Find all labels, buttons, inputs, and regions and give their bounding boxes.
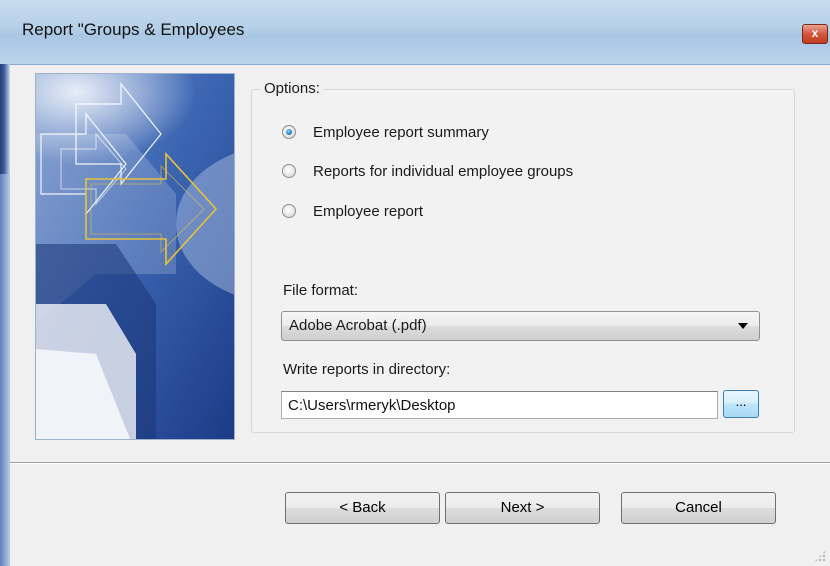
left-edge-accent xyxy=(0,174,10,566)
radio-label: Reports for individual employee groups xyxy=(313,162,574,180)
chevron-down-icon xyxy=(738,323,748,329)
banner-graphic xyxy=(36,74,234,439)
radio-label: Employee report summary xyxy=(313,123,489,141)
window-title: Report "Groups & Employees xyxy=(22,20,245,39)
close-button[interactable]: x xyxy=(802,24,828,44)
back-button[interactable]: < Back xyxy=(285,492,440,524)
title-bar[interactable]: Report "Groups & Employees x xyxy=(0,0,830,65)
cancel-button-label: Cancel xyxy=(675,499,722,516)
file-format-label: File format: xyxy=(283,282,359,299)
wizard-banner-image xyxy=(35,73,235,440)
close-icon: x xyxy=(811,26,819,40)
radio-individual-group-reports[interactable]: Reports for individual employee groups xyxy=(282,160,573,182)
browse-directory-button[interactable]: ... xyxy=(723,390,759,418)
directory-label: Write reports in directory: xyxy=(283,361,451,378)
file-format-select[interactable]: Adobe Acrobat (.pdf) xyxy=(281,311,760,341)
next-button-label: Next > xyxy=(500,499,545,516)
dialog-window: Report "Groups & Employees x Options: Em… xyxy=(0,0,830,566)
radio-button[interactable] xyxy=(282,204,296,218)
footer-separator xyxy=(10,462,830,464)
radio-button[interactable] xyxy=(282,164,296,178)
radio-employee-report[interactable]: Employee report xyxy=(282,200,423,222)
resize-grip-icon[interactable] xyxy=(814,550,826,562)
back-button-label: < Back xyxy=(339,499,386,516)
left-window-edge xyxy=(0,64,10,566)
cancel-button[interactable]: Cancel xyxy=(621,492,776,524)
browse-ellipsis-icon: ... xyxy=(735,394,747,409)
options-legend: Options: xyxy=(261,80,323,97)
next-button[interactable]: Next > xyxy=(445,492,600,524)
radio-employee-report-summary[interactable]: Employee report summary xyxy=(282,121,489,143)
directory-input[interactable] xyxy=(281,391,718,419)
radio-label: Employee report xyxy=(313,202,424,220)
radio-button-selected[interactable] xyxy=(282,125,296,139)
file-format-selected-value: Adobe Acrobat (.pdf) xyxy=(289,317,427,334)
